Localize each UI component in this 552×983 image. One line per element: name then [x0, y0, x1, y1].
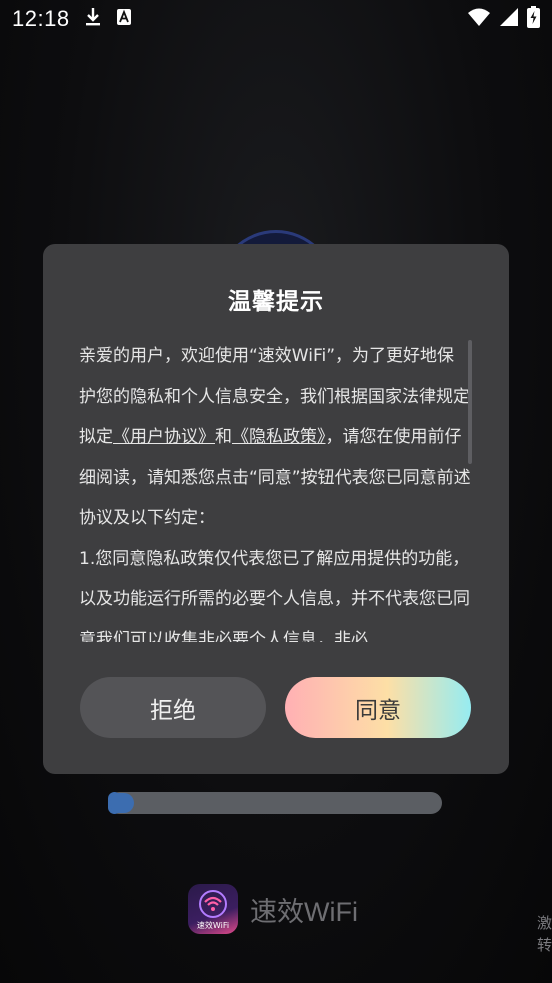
- wifi-logo-icon: [199, 890, 227, 918]
- intro-text-middle: 和: [215, 427, 232, 447]
- agree-button[interactable]: 同意: [285, 677, 471, 738]
- clause-1: 1.您同意隐私政策仅代表您已了解应用提供的功能，以及功能运行所需的必要个人信息，…: [79, 548, 470, 643]
- brand: 速效WiFi 速效WiFi: [188, 884, 358, 934]
- status-right: [467, 5, 540, 33]
- status-bar: 12:18: [0, 0, 552, 38]
- status-left: 12:18: [12, 6, 132, 32]
- dialog-body[interactable]: 亲爱的用户，欢迎使用“速效WiFi”，为了更好地保护您的隐私和个人信息安全，我们…: [79, 336, 471, 642]
- side-text-line-1: 激: [537, 914, 552, 932]
- battery-charging-icon: [527, 5, 540, 33]
- privacy-policy-link[interactable]: 《隐私政策》: [232, 427, 326, 447]
- side-text-line-2: 转: [537, 936, 552, 954]
- font-a-icon: [116, 7, 132, 31]
- dialog-title: 温馨提示: [228, 289, 324, 315]
- side-text: 激 转: [537, 912, 552, 956]
- intro-paragraph: 亲爱的用户，欢迎使用“速效WiFi”，为了更好地保护您的隐私和个人信息安全，我们…: [79, 336, 471, 539]
- privacy-dialog: 温馨提示 亲爱的用户，欢迎使用“速效WiFi”，为了更好地保护您的隐私和个人信息…: [43, 244, 509, 774]
- reject-button[interactable]: 拒绝: [80, 677, 266, 738]
- dialog-scrollbar[interactable]: [468, 340, 472, 464]
- logo-caption: 速效WiFi: [196, 921, 230, 930]
- download-icon: [84, 7, 102, 32]
- brand-name: 速效WiFi: [250, 896, 358, 927]
- loading-progress-bar: [108, 792, 442, 814]
- status-time: 12:18: [12, 6, 70, 31]
- app-screen: 12:18 速效WiFi 速效WiFi 激 转 温馨提示 亲爱的用户，欢迎使用“…: [0, 0, 552, 983]
- progress-knob: [110, 793, 134, 813]
- user-agreement-link[interactable]: 《用户协议》: [113, 427, 215, 447]
- app-logo: 速效WiFi: [188, 884, 238, 934]
- wifi-icon: [467, 7, 491, 32]
- signal-icon: [499, 7, 519, 32]
